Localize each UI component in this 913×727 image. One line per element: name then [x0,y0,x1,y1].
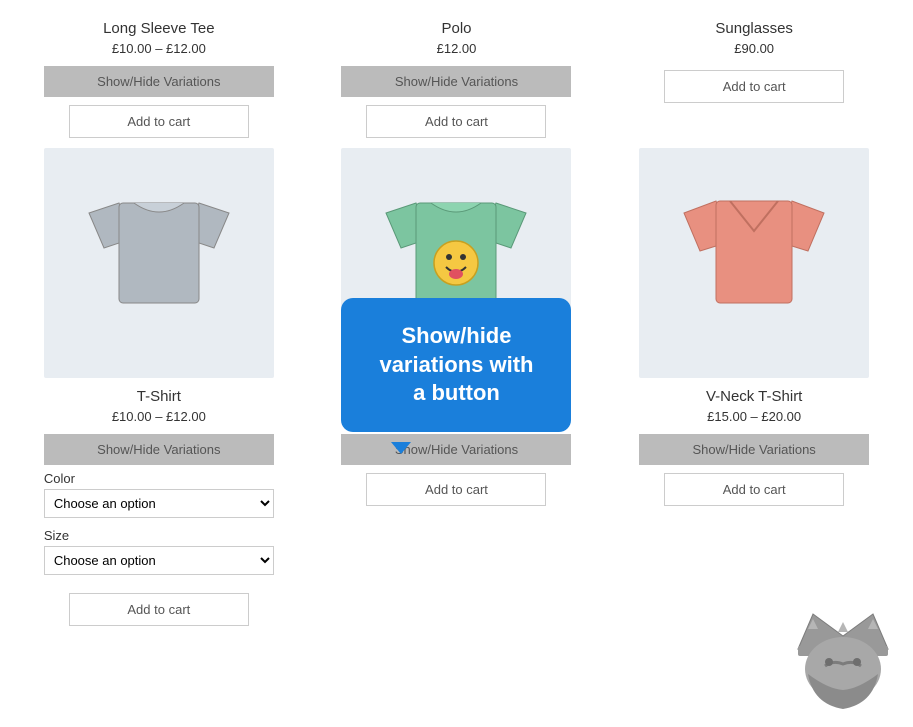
add-to-cart-button[interactable]: Add to cart [366,105,546,138]
variation-section: Color Choose an option Red Blue Green Si… [44,471,274,585]
add-to-cart-button[interactable]: Add to cart [69,593,249,626]
product-title: Polo [441,20,471,37]
add-to-cart-button[interactable]: Add to cart [366,473,546,506]
color-label: Color [44,471,274,486]
product-card-tshirt: T-Shirt £10.00 – £12.00 Show/Hide Variat… [20,148,298,626]
show-hide-button[interactable]: Show/Hide Variations [44,434,274,465]
product-card-emoji-tee: Emoji Tee £10.00 – £15.00 Show/Hide Vari… [318,148,596,626]
watermark-logo [783,594,903,717]
show-hide-button[interactable]: Show/Hide Variations [341,434,571,465]
product-title: Long Sleeve Tee [103,20,214,37]
color-select[interactable]: Choose an option Red Blue Green [44,489,274,518]
tshirt-illustration [79,183,239,343]
product-price: £15.00 – £20.00 [707,409,801,424]
product-image [639,148,869,378]
product-price: £10.00 – £12.00 [112,409,206,424]
size-select[interactable]: Choose an option Small Medium Large XL [44,546,274,575]
product-card-vneck: V-Neck T-Shirt £15.00 – £20.00 Show/Hide… [615,148,893,626]
add-to-cart-button[interactable]: Add to cart [69,105,249,138]
product-title: Sunglasses [715,20,793,37]
product-title: T-Shirt [137,388,181,405]
vneck-tshirt-illustration [674,183,834,343]
crown-beard-icon [783,594,903,714]
product-image [44,148,274,378]
tooltip-text: Show/hidevariations witha button [379,323,533,405]
add-to-cart-button[interactable]: Add to cart [664,473,844,506]
show-hide-button[interactable]: Show/Hide Variations [639,434,869,465]
product-title: V-Neck T-Shirt [706,388,802,405]
show-hide-button[interactable]: Show/Hide Variations [341,66,571,97]
product-card-polo: Polo £12.00 Show/Hide Variations Add to … [318,10,596,138]
product-card-long-sleeve: Long Sleeve Tee £10.00 – £12.00 Show/Hid… [20,10,298,138]
show-hide-button[interactable]: Show/Hide Variations [44,66,274,97]
add-to-cart-button[interactable]: Add to cart [664,70,844,103]
product-price: £90.00 [734,41,774,56]
size-label: Size [44,528,274,543]
product-price: £12.00 [437,41,477,56]
product-card-sunglasses: Sunglasses £90.00 Add to cart [615,10,893,138]
tooltip-bubble: Show/hidevariations witha button [341,298,571,432]
product-price: £10.00 – £12.00 [112,41,206,56]
